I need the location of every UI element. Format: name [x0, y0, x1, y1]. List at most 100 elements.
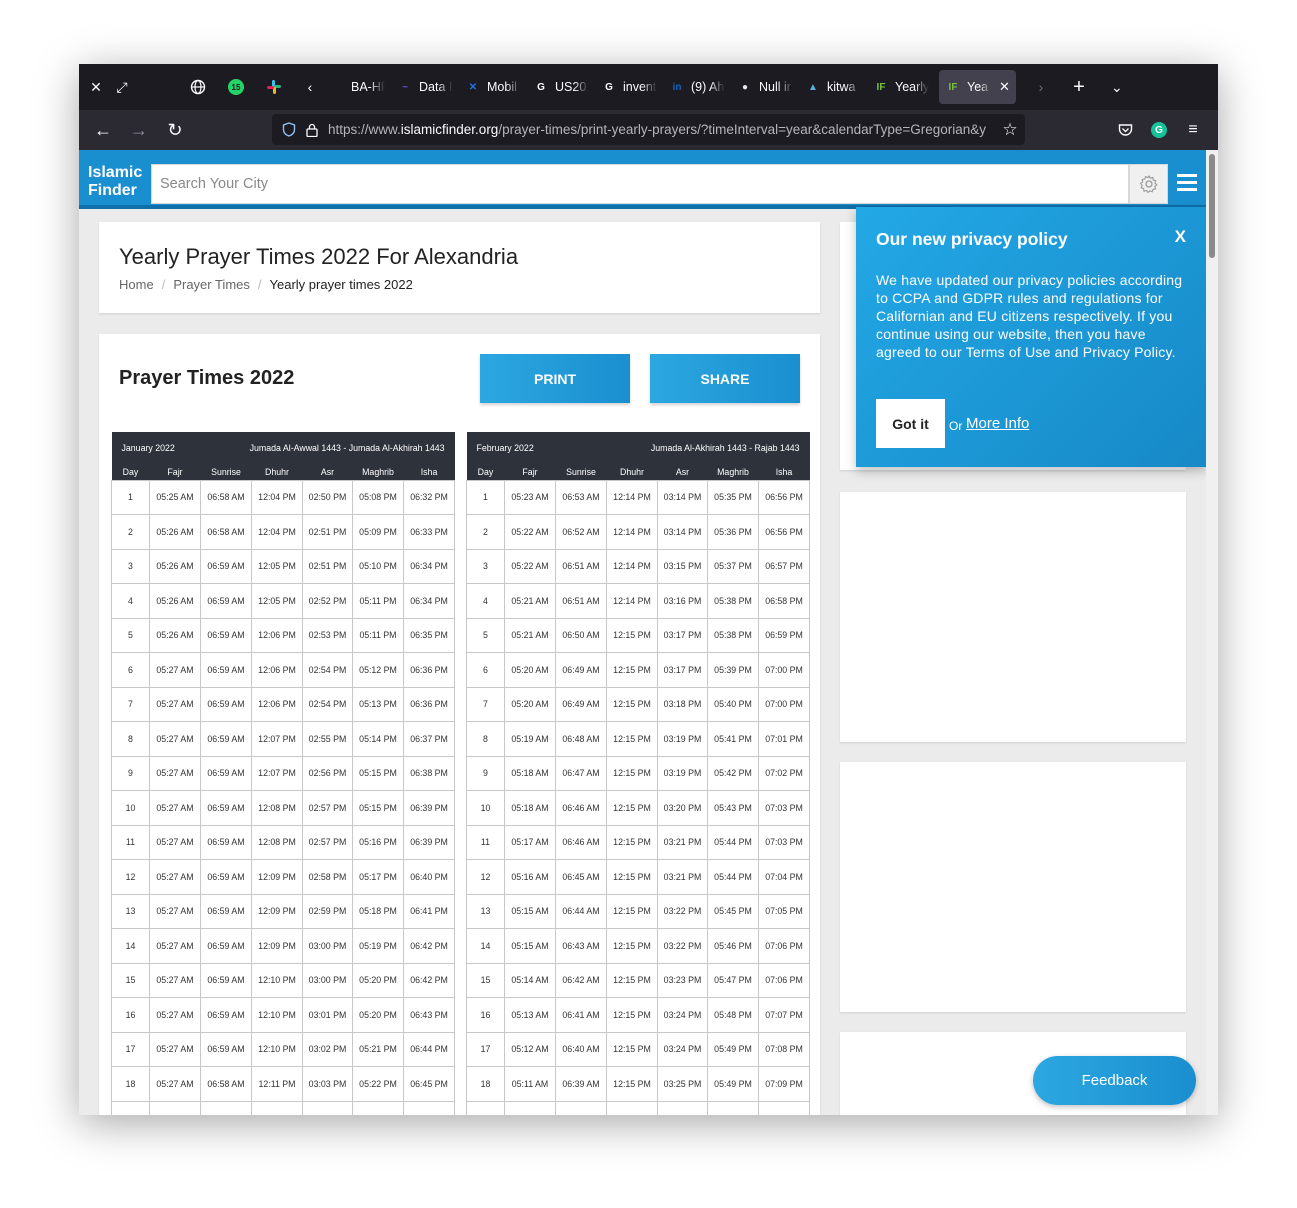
browser-tab[interactable]: Ginvent	[595, 70, 663, 104]
got-it-button[interactable]: Got it	[876, 399, 945, 448]
bookmark-star-icon[interactable]: ☆	[995, 120, 1025, 140]
settings-gear-icon[interactable]	[1129, 164, 1168, 204]
table-cell: 12:09 PM	[251, 928, 303, 964]
table-row: 12 05:27 AM 06:59 AM 12:09 PM 02:58 PM 05:17 …	[111, 859, 456, 895]
table-cell: 05:16 AM	[504, 859, 556, 895]
url-text[interactable]: https://www.islamicfinder.org/prayer-tim…	[328, 122, 995, 137]
table-row: 7 05:27 AM 06:59 AM 12:06 PM 02:54 PM 05:13 P…	[111, 686, 456, 722]
table-cell: 02:50 PM	[302, 479, 353, 515]
hamburger-menu-icon[interactable]	[1177, 174, 1197, 194]
table-row: 12 05:16 AM 06:45 AM 12:15 PM 03:21 PM 05:44 …	[466, 859, 811, 895]
more-info-link[interactable]: More Info	[966, 415, 1029, 432]
share-button[interactable]: SHARE	[650, 354, 800, 403]
new-tab-icon[interactable]: +	[1066, 74, 1092, 100]
table-cell: 12:06 PM	[251, 617, 303, 653]
feedback-button[interactable]: Feedback	[1033, 1056, 1196, 1105]
table-row: 6 05:20 AM 06:49 AM 12:15 PM 03:17 PM 05:39 P…	[466, 652, 811, 688]
table-cell: 07:07 PM	[757, 997, 811, 1033]
site-logo[interactable]: Islamic Finder	[88, 164, 142, 200]
back-arrow-icon[interactable]: ←	[85, 114, 121, 146]
browser-tab[interactable]: G US201	[527, 70, 595, 104]
grammarly-icon[interactable]: G	[1146, 114, 1172, 146]
table-cell: 05:20 AM	[504, 652, 556, 688]
forward-arrow-icon[interactable]: →	[121, 114, 157, 146]
close-window-icon[interactable]: ✕	[83, 74, 109, 100]
table-cell: 05:17 AM	[504, 824, 556, 860]
whatsapp-icon[interactable]: 15	[223, 74, 249, 100]
scroll-tabs-left-icon[interactable]: ‹	[297, 74, 323, 100]
table-cell: 06:59 AM	[200, 997, 252, 1033]
browser-tab[interactable]: ~ Data I	[391, 70, 459, 104]
chevron-down-icon[interactable]: ⌄	[1104, 74, 1130, 100]
table-cell: 12:15 PM	[606, 928, 658, 964]
browser-tab[interactable]: BA-HR	[323, 70, 391, 104]
column-header: Day	[111, 464, 150, 480]
section-title: Prayer Times 2022	[119, 367, 295, 389]
tab-label: Yearly	[895, 80, 929, 94]
table-cell: 05:14 AM	[504, 962, 556, 998]
shield-icon[interactable]	[282, 122, 296, 137]
table-cell: 07:05 PM	[757, 893, 811, 929]
close-tab-icon[interactable]: ✕	[999, 79, 1010, 95]
url-bar[interactable]: https://www.islamicfinder.org/prayer-tim…	[272, 114, 1025, 145]
table-cell: 5	[111, 617, 150, 653]
table-cell	[757, 1100, 811, 1115]
table-row: 8 05:19 AM 06:48 AM 12:15 PM 03:19 PM 05:41 P…	[466, 721, 811, 757]
notification-badge: 15	[228, 79, 244, 95]
site-header: Islamic Finder	[79, 150, 1206, 209]
print-button[interactable]: PRINT	[480, 354, 630, 403]
table-row: 2 05:26 AM 06:58 AM 12:04 PM 02:51 PM 05:09 P…	[111, 514, 456, 550]
table-cell: 12:05 PM	[251, 583, 303, 619]
slack-icon[interactable]	[261, 74, 287, 100]
reload-icon[interactable]: ↻	[157, 114, 193, 146]
table-cell: 12:10 PM	[251, 997, 303, 1033]
table-cell: 12:05 PM	[251, 548, 303, 584]
table-row: 5 05:26 AM 06:59 AM 12:06 PM 02:53 PM 05:11 P…	[111, 617, 456, 653]
pocket-icon[interactable]	[1112, 114, 1138, 146]
city-search-box[interactable]	[151, 164, 1129, 204]
table-cell: 03:14 PM	[657, 479, 708, 515]
app-menu-icon[interactable]: ≡	[1180, 114, 1206, 146]
table-cell: 12:14 PM	[606, 479, 658, 515]
table-cell: 05:46 PM	[707, 928, 759, 964]
table-row: 9 05:27 AM 06:59 AM 12:07 PM 02:56 PM 05:15 P…	[111, 755, 456, 791]
table-row: 15 05:14 AM 06:42 AM 12:15 PM 03:23 PM 05:47 …	[466, 962, 811, 998]
browser-tab[interactable]: ✕ Mobil	[459, 70, 527, 104]
table-row: 17 05:12 AM 06:40 AM 12:15 PM 03:24 PM 05:49 …	[466, 1031, 811, 1067]
privacy-body: We have updated our privacy policies acc…	[876, 272, 1183, 360]
table-cell: 06:53 AM	[555, 479, 607, 515]
table-cell	[251, 1100, 303, 1115]
breadcrumb-home[interactable]: Home	[119, 277, 154, 292]
breadcrumb-prayer-times[interactable]: Prayer Times	[173, 277, 250, 292]
fullscreen-icon[interactable]: ⤢	[109, 74, 135, 100]
table-cell: 12:08 PM	[251, 790, 303, 826]
tab-favicon-icon: ●	[741, 81, 749, 93]
table-cell: 05:19 AM	[504, 721, 556, 757]
table-cell: 02:59 PM	[302, 893, 353, 929]
browser-tab[interactable]: ● Null ir	[731, 70, 799, 104]
city-search-input[interactable]	[160, 176, 1128, 192]
browser-tab[interactable]: in (9) Ah	[663, 70, 731, 104]
table-cell: 17	[111, 1031, 150, 1067]
globe-icon[interactable]	[185, 74, 211, 100]
table-cell: 05:48 PM	[707, 997, 759, 1033]
table-cell: 02:53 PM	[302, 617, 353, 653]
tab-list: BA-HR ~ Data I ✕ Mobil G US201 Ginvent in (9) Ah ●…	[323, 70, 1020, 104]
page-scrollbar[interactable]	[1206, 150, 1218, 1115]
table-cell: 06:47 AM	[555, 755, 607, 791]
table-cell: 12:15 PM	[606, 686, 658, 722]
table-cell: 05:11 PM	[352, 617, 404, 653]
lock-icon[interactable]	[306, 123, 318, 137]
table-cell: 3	[466, 548, 505, 584]
table-cell: 07:03 PM	[757, 790, 811, 826]
table-cell: 02:54 PM	[302, 652, 353, 688]
privacy-close-button[interactable]: X	[1175, 227, 1186, 247]
browser-tab[interactable]: ▲ kitwa	[799, 70, 867, 104]
browser-tab[interactable]: IF Yearly	[867, 70, 935, 104]
table-cell: 03:24 PM	[657, 997, 708, 1033]
table-row: 1 05:25 AM 06:58 AM 12:04 PM 02:50 PM 05:08 P…	[111, 479, 456, 515]
scroll-tabs-right-icon[interactable]: ›	[1028, 74, 1054, 100]
scrollbar-thumb[interactable]	[1209, 154, 1215, 258]
browser-tab[interactable]: IF Yea ✕	[939, 70, 1016, 104]
table-cell: 07:04 PM	[757, 859, 811, 895]
